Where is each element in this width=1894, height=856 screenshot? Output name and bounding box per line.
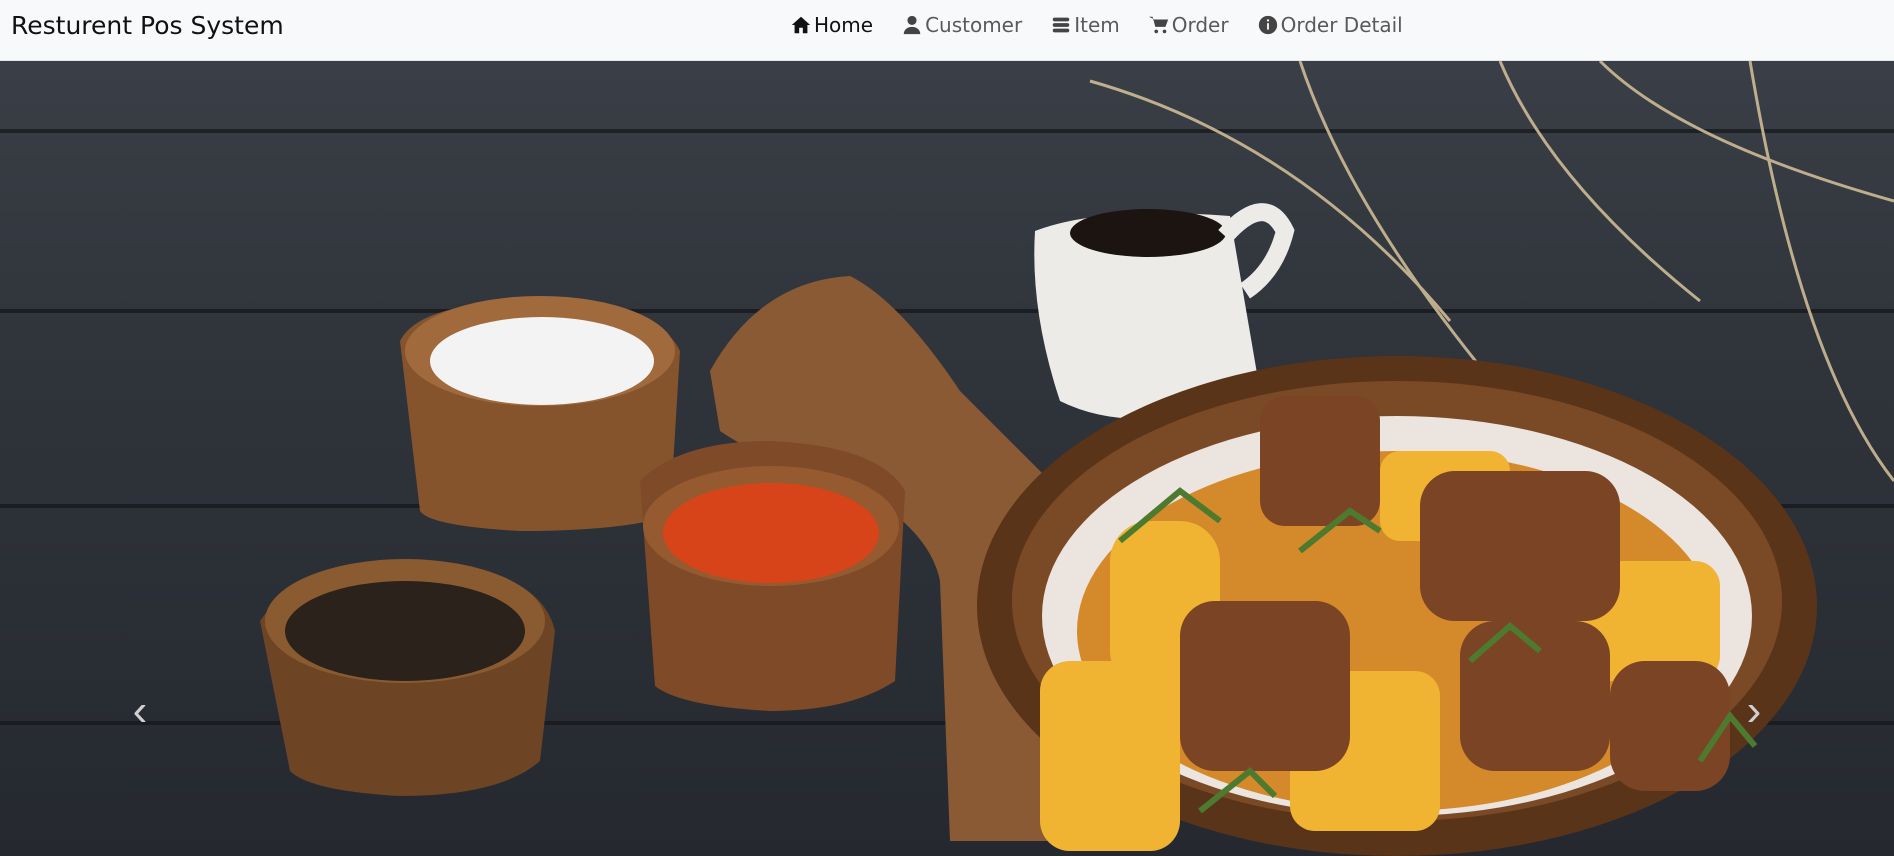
info-circle-icon [1258, 15, 1277, 35]
brand-title[interactable]: Resturent Pos System [11, 11, 284, 40]
nav-home[interactable]: Home [790, 13, 873, 37]
nav-home-label: Home [814, 13, 874, 37]
home-icon [791, 16, 811, 34]
item-stack-icon [1052, 17, 1070, 33]
nav-order-label: Order [1171, 13, 1229, 37]
nav-item-label: Item [1074, 13, 1120, 37]
user-icon [903, 15, 921, 35]
nav-menu: Home Customer Item Order Order Detail [790, 13, 1403, 37]
carousel-next-button[interactable]: › [1734, 681, 1774, 741]
hero-carousel: ‹ › [0, 61, 1894, 856]
nav-order[interactable]: Order [1148, 13, 1229, 37]
nav-item[interactable]: Item [1050, 13, 1120, 37]
nav-customer[interactable]: Customer [901, 13, 1022, 37]
cart-icon [1148, 16, 1168, 34]
food-banner-image [260, 61, 1894, 856]
navbar: Resturent Pos System Home Customer Item … [0, 0, 1894, 61]
carousel-prev-button[interactable]: ‹ [120, 681, 160, 741]
nav-order-detail-label: Order Detail [1280, 13, 1403, 37]
nav-order-detail[interactable]: Order Detail [1257, 13, 1403, 37]
nav-customer-label: Customer [925, 13, 1023, 37]
